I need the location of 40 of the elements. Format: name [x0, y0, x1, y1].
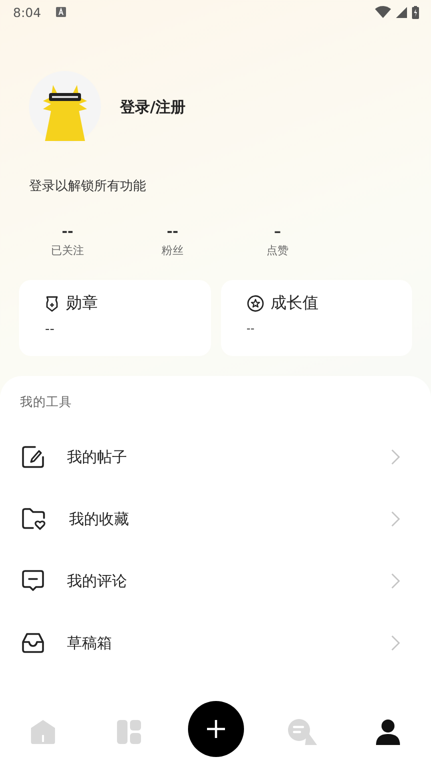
battery-icon [412, 6, 419, 18]
chevron-right-icon [391, 449, 400, 465]
login-link[interactable]: 登录/注册 [120, 98, 186, 116]
shield-icon [45, 296, 59, 312]
info-card[interactable]: 勋章 -- [19, 280, 210, 356]
notification-icon [56, 7, 66, 17]
section-title: 我的工具 [19, 394, 73, 411]
folder-heart-icon [21, 507, 47, 531]
inbox-icon [21, 632, 45, 654]
tool-item[interactable]: 我的评论 [0, 550, 431, 612]
chevron-right-icon [391, 573, 400, 589]
wifi-icon [375, 6, 391, 18]
info-card[interactable]: 成长值 -- [220, 280, 412, 356]
status-time: 8:04 [13, 4, 42, 20]
card-title: 成长值 [270, 293, 318, 314]
chevron-right-icon [391, 635, 400, 651]
signal-icon [396, 6, 407, 18]
stat-value: – [274, 225, 281, 239]
chevron-right-icon [391, 511, 400, 527]
tool-item[interactable]: 我的收藏 [0, 488, 431, 550]
stat-label[interactable]: 点赞 [266, 243, 288, 258]
tool-item[interactable]: 草稿箱 [0, 612, 431, 674]
stat-label[interactable]: 已关注 [51, 243, 84, 258]
stat-value: -- [166, 225, 178, 239]
tool-label: 我的帖子 [67, 448, 128, 466]
stat-label[interactable]: 粉丝 [162, 243, 184, 258]
tool-label: 我的评论 [67, 572, 128, 590]
stat-value: -- [62, 225, 74, 239]
tool-label: 我的收藏 [69, 510, 130, 528]
login-hint: 登录以解锁所有功能 [28, 178, 147, 195]
edit-icon [21, 445, 45, 469]
avatar-drawing[interactable] [29, 71, 101, 143]
tool-item[interactable]: 我的帖子 [0, 426, 431, 488]
tool-label: 草稿箱 [67, 634, 113, 652]
comment-icon [21, 569, 45, 593]
card-title: 勋章 [66, 293, 98, 314]
profile-tab[interactable] [374, 719, 401, 745]
card-value: -- [45, 322, 56, 337]
card-value: -- [246, 322, 256, 335]
plus-icon [206, 719, 226, 739]
